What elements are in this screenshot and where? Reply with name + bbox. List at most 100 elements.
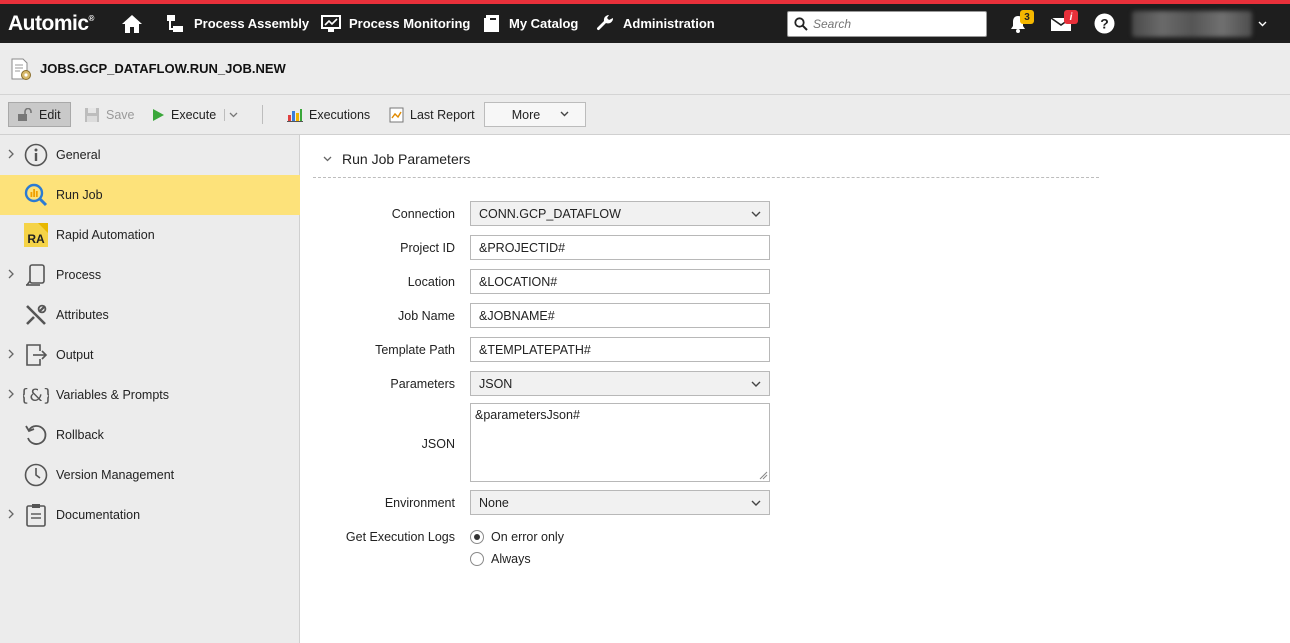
sidebar-item-label: Process bbox=[56, 268, 102, 282]
home-icon bbox=[122, 14, 142, 33]
sidebar-item-version-management[interactable]: Version Management bbox=[0, 455, 300, 495]
project-id-value: &PROJECTID# bbox=[479, 240, 566, 255]
chevron-down-icon bbox=[229, 112, 238, 117]
radio-always[interactable]: Always bbox=[470, 550, 531, 568]
help-button[interactable]: ? bbox=[1094, 4, 1116, 43]
ra-icon-text: RA bbox=[27, 232, 45, 246]
json-value: &parametersJson# bbox=[475, 408, 580, 422]
radio-on-error-only[interactable]: On error only bbox=[470, 528, 564, 546]
job-name-input[interactable]: &JOBNAME# bbox=[470, 303, 770, 328]
home-button[interactable] bbox=[121, 4, 151, 43]
sidebar-item-variables-prompts[interactable]: {&} Variables & Prompts bbox=[0, 375, 300, 415]
radio-button-selected[interactable] bbox=[470, 530, 484, 544]
chevron-right-icon[interactable] bbox=[8, 269, 14, 279]
clock-icon bbox=[23, 462, 49, 488]
nav-process-monitoring[interactable]: Process Monitoring bbox=[321, 4, 470, 43]
sidebar-item-label: Attributes bbox=[56, 308, 109, 322]
connection-label: Connection bbox=[391, 207, 455, 221]
nav-label: Administration bbox=[623, 16, 715, 31]
messages-button[interactable]: i bbox=[1050, 4, 1080, 43]
output-icon bbox=[23, 342, 49, 368]
monitor-icon bbox=[321, 14, 341, 32]
sidebar-item-documentation[interactable]: Documentation bbox=[0, 495, 300, 535]
project-id-input[interactable]: &PROJECTID# bbox=[470, 235, 770, 260]
play-icon bbox=[153, 108, 164, 121]
chevron-right-icon[interactable] bbox=[8, 509, 14, 519]
unlock-icon bbox=[18, 107, 32, 121]
execution-logs-label: Get Execution Logs bbox=[345, 530, 455, 544]
chevron-right-icon[interactable] bbox=[8, 349, 14, 359]
sidebar-item-label: Run Job bbox=[56, 188, 103, 202]
top-navigation-bar: Automic® Process Assembly Process Monito… bbox=[0, 4, 1290, 43]
template-path-input[interactable]: &TEMPLATEPATH# bbox=[470, 337, 770, 362]
wrench-icon bbox=[596, 14, 614, 31]
json-label: JSON bbox=[421, 437, 455, 451]
sidebar-item-rollback[interactable]: Rollback bbox=[0, 415, 300, 455]
location-value: &LOCATION# bbox=[479, 274, 558, 289]
parameters-label: Parameters bbox=[390, 377, 455, 391]
toolbar-divider bbox=[262, 105, 263, 124]
search-box[interactable] bbox=[787, 11, 987, 37]
bar-chart-icon bbox=[287, 109, 303, 122]
parameters-select[interactable]: JSON bbox=[470, 371, 770, 396]
connection-select[interactable]: CONN.GCP_DATAFLOW bbox=[470, 201, 770, 226]
radio-label: Always bbox=[491, 552, 531, 566]
info-icon bbox=[23, 142, 49, 168]
execute-button[interactable]: Execute bbox=[148, 102, 220, 127]
nav-label: My Catalog bbox=[509, 16, 579, 31]
sidebar-item-label: Rapid Automation bbox=[56, 228, 155, 242]
search-input[interactable] bbox=[813, 13, 983, 35]
automic-logo[interactable]: Automic® bbox=[8, 12, 94, 36]
location-input[interactable]: &LOCATION# bbox=[470, 269, 770, 294]
user-menu-dropdown[interactable] bbox=[1258, 4, 1270, 43]
executions-button[interactable]: Executions bbox=[283, 102, 374, 127]
execute-label: Execute bbox=[171, 107, 217, 122]
attributes-icon bbox=[23, 302, 49, 328]
job-name-value: &JOBNAME# bbox=[479, 308, 555, 323]
object-title-bar: JOBS.GCP_DATAFLOW.RUN_JOB.NEW bbox=[0, 43, 1290, 95]
edit-label: Edit bbox=[39, 107, 61, 122]
save-label: Save bbox=[106, 107, 135, 122]
more-dropdown-button[interactable]: More bbox=[484, 102, 586, 127]
environment-value: None bbox=[479, 495, 509, 510]
sidebar-item-rapid-automation[interactable]: RA Rapid Automation bbox=[0, 215, 300, 255]
environment-label: Environment bbox=[384, 496, 455, 510]
radio-button[interactable] bbox=[470, 552, 484, 566]
process-assembly-icon bbox=[167, 14, 183, 32]
user-account-menu[interactable] bbox=[1132, 11, 1252, 37]
template-path-value: &TEMPLATEPATH# bbox=[479, 342, 591, 357]
clipboard-icon bbox=[23, 502, 49, 528]
nav-process-assembly[interactable]: Process Assembly bbox=[166, 4, 309, 43]
save-button[interactable]: Save bbox=[80, 102, 139, 127]
json-textarea[interactable]: &parametersJson# bbox=[470, 403, 770, 482]
environment-select[interactable]: None bbox=[470, 490, 770, 515]
notifications-button[interactable]: 3 bbox=[1008, 4, 1034, 43]
edit-button[interactable]: Edit bbox=[8, 102, 71, 127]
chevron-right-icon[interactable] bbox=[8, 149, 14, 159]
section-header-run-job-parameters[interactable]: Run Job Parameters bbox=[313, 151, 1099, 178]
nav-administration[interactable]: Administration bbox=[596, 4, 715, 43]
sidebar-item-output[interactable]: Output bbox=[0, 335, 300, 375]
sidebar-item-process[interactable]: Process bbox=[0, 255, 300, 295]
save-icon bbox=[85, 107, 99, 122]
chevron-right-icon[interactable] bbox=[8, 389, 14, 399]
sidebar-item-attributes[interactable]: Attributes bbox=[0, 295, 300, 335]
help-icon: ? bbox=[1094, 13, 1115, 34]
svg-text:{&}: {&} bbox=[23, 386, 49, 406]
svg-text:?: ? bbox=[1100, 16, 1109, 32]
process-icon bbox=[23, 262, 49, 288]
sidebar-item-general[interactable]: General bbox=[0, 135, 300, 175]
last-report-button[interactable]: Last Report bbox=[385, 102, 479, 127]
resize-grip-icon[interactable] bbox=[759, 471, 768, 480]
radio-label: On error only bbox=[491, 530, 564, 544]
report-icon bbox=[389, 107, 404, 122]
sidebar-item-run-job[interactable]: Run Job bbox=[0, 175, 300, 215]
variables-icon: {&} bbox=[23, 382, 49, 408]
logo-trademark: ® bbox=[88, 14, 95, 23]
execute-options-dropdown[interactable] bbox=[226, 102, 247, 127]
section-title: Run Job Parameters bbox=[342, 151, 471, 167]
chevron-down-icon bbox=[1258, 21, 1267, 26]
main-panel: Run Job Parameters Connection CONN.GCP_D… bbox=[301, 135, 1290, 643]
sidebar-item-label: Rollback bbox=[56, 428, 104, 442]
nav-my-catalog[interactable]: My Catalog bbox=[483, 4, 578, 43]
